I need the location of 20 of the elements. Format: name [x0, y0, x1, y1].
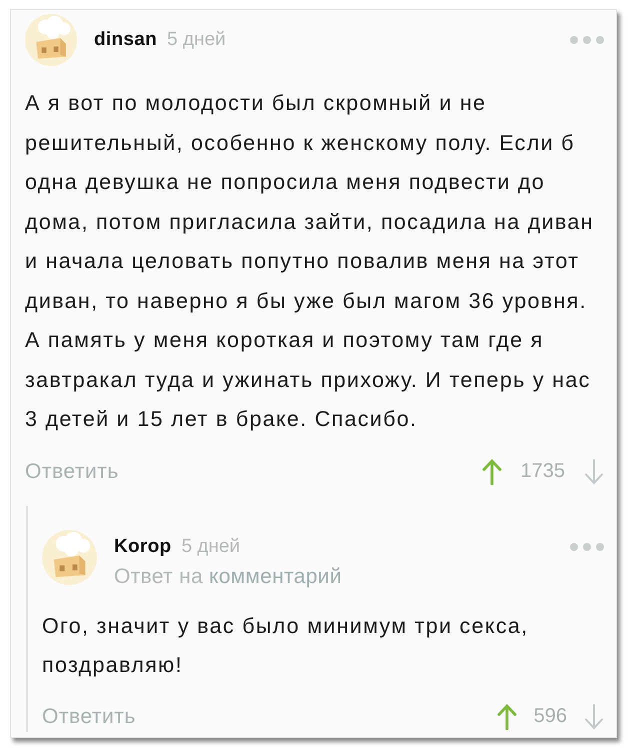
upvote-arrow-icon[interactable]	[496, 704, 517, 730]
downvote-arrow-icon[interactable]	[584, 458, 604, 484]
comment-time: 5 дней	[181, 536, 240, 558]
avatar-icon	[25, 14, 77, 66]
downvote-arrow-icon[interactable]	[584, 704, 604, 730]
reply-button[interactable]: Ответить	[42, 704, 136, 728]
upvote-arrow-icon[interactable]	[482, 458, 502, 484]
rating-count: 596	[534, 705, 567, 728]
more-options-icon[interactable]	[570, 542, 604, 550]
more-options-icon[interactable]	[570, 36, 604, 44]
username[interactable]: Korop	[114, 536, 172, 558]
rating-count: 1735	[520, 460, 565, 483]
reply-button[interactable]: Ответить	[25, 460, 119, 484]
avatar-icon	[42, 530, 97, 584]
comment-text: Ого, значит у вас было минимум три секса, поздравляю!	[42, 612, 530, 679]
comment-time: 5 дней	[167, 29, 226, 51]
reply-to-label: Ответ на	[114, 564, 203, 588]
username[interactable]: dinsan	[94, 29, 158, 51]
parent-comment-link[interactable]: комментарий	[208, 564, 342, 588]
comment-text: А я вот по молодости был скромный и не решительный, особенно к женскому полу. Если б одна девушка не попросила меня подвести до дома, потом пригласила зайти, посадила на диван и начала целовать попутно повалив меня на этот диван, то наверно я бы уже был магом 36 уровня. А память у меня короткая и поэтому там где я завтракал туда и ужинать прихожу. И теперь у нас 3 детей и 15 лет в браке. Спасибо.	[25, 90, 595, 433]
